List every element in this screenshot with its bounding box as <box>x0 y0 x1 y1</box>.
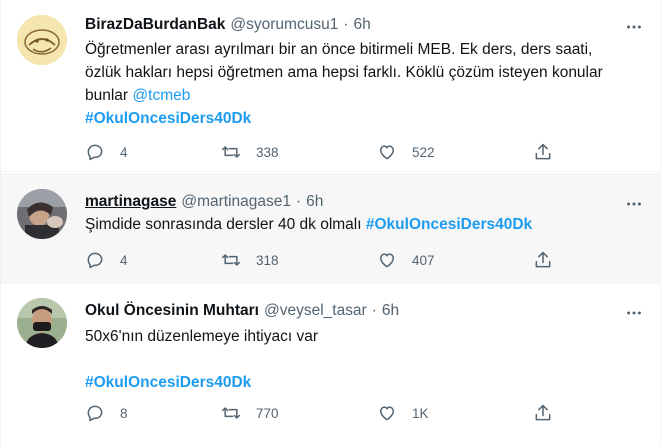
reply-icon <box>87 144 103 161</box>
separator-dot: · <box>295 193 302 210</box>
hashtag-link[interactable]: #OkulOncesiDers40Dk <box>85 374 251 391</box>
timestamp[interactable]: 6h <box>306 193 323 211</box>
tweet-text-line: özlük hakları hepsi öğretmen ama hepsi f… <box>85 64 603 81</box>
avatar-image <box>17 189 67 239</box>
tweet-text-line: Şimdide sonrasında dersler 40 dk olmalı … <box>85 213 645 236</box>
hashtag-link[interactable]: #OkulOncesiDers40Dk <box>85 110 251 127</box>
hashtag-line: #OkulOncesiDers40Dk <box>85 107 645 130</box>
share-icon <box>535 143 551 160</box>
reply-button[interactable]: 4 <box>85 141 128 163</box>
tweet-text-fragment: Şimdide sonrasında dersler 40 dk olmalı <box>85 216 362 233</box>
tweet-text: Öğretmenler arası ayrılmarı bir an önce … <box>85 38 645 130</box>
reply-count: 4 <box>120 252 128 268</box>
retweet-icon <box>221 407 241 419</box>
author-handle[interactable]: @syorumcusu1 <box>230 16 338 34</box>
separator-dot: · <box>371 302 377 319</box>
avatar[interactable] <box>17 298 67 348</box>
tweet-actions: 8 770 1K <box>85 402 565 424</box>
reply-button[interactable]: 8 <box>85 402 128 424</box>
tweet-3[interactable]: Okul Öncesinin Muhtarı @veysel_tasar · 6… <box>1 285 661 446</box>
reply-icon <box>87 405 103 422</box>
hashtag-link[interactable]: #OkulOncesiDers40Dk <box>366 216 532 233</box>
retweet-count: 318 <box>256 252 279 268</box>
tweet-text: 50x6'nın düzenlemeye ihtiyacı var #OkulO… <box>85 325 645 394</box>
tweet-header: martinagase @martinagase1 · 6h <box>85 193 323 211</box>
author-handle[interactable]: @veysel_tasar <box>264 302 367 320</box>
like-count: 1K <box>412 405 429 421</box>
tweet-text-line: bunlar @tcmeb <box>85 84 645 107</box>
retweet-icon <box>221 146 241 158</box>
author-name[interactable]: martinagase <box>85 193 176 211</box>
tweet-actions: 4 318 407 <box>85 249 565 271</box>
like-button[interactable]: 522 <box>377 141 435 163</box>
retweet-count: 770 <box>256 405 279 421</box>
tweet-actions: 4 338 522 <box>85 141 565 163</box>
tweet-header: Okul Öncesinin Muhtarı @veysel_tasar · 6… <box>85 302 399 320</box>
timestamp[interactable]: 6h <box>354 16 371 34</box>
avatar-image <box>17 15 67 65</box>
like-count: 407 <box>412 252 435 268</box>
retweet-button[interactable]: 770 <box>221 402 279 424</box>
share-button[interactable] <box>533 141 553 163</box>
avatar[interactable] <box>17 15 67 65</box>
like-heart-icon <box>380 253 394 268</box>
share-icon <box>535 404 551 421</box>
like-count: 522 <box>412 144 435 160</box>
reply-count: 8 <box>120 405 128 421</box>
author-name[interactable]: Okul Öncesinin Muhtarı <box>85 302 259 320</box>
tweet-header: BirazDaBurdanBak @syorumcusu1 · 6h <box>85 16 371 34</box>
tweet-text-fragment: bunlar <box>85 87 129 104</box>
tweet-text-line: Öğretmenler arası ayrılmarı bir an önce … <box>85 41 593 58</box>
mention-link[interactable]: @tcmeb <box>132 87 190 104</box>
author-handle[interactable]: @martinagase1 <box>181 193 291 211</box>
retweet-button[interactable]: 338 <box>221 141 279 163</box>
avatar[interactable] <box>17 189 67 239</box>
tweet-2[interactable]: martinagase @martinagase1 · 6h Şimdide s… <box>1 173 661 284</box>
tweet-text: Şimdide sonrasında dersler 40 dk olmalı … <box>85 213 645 236</box>
retweet-count: 338 <box>256 144 279 160</box>
more-options-button[interactable] <box>624 17 644 37</box>
more-options-button[interactable] <box>624 194 644 214</box>
like-button[interactable]: 407 <box>377 249 435 271</box>
tweet-1[interactable]: BirazDaBurdanBak @syorumcusu1 · 6h Öğret… <box>1 0 661 172</box>
reply-icon <box>87 252 103 269</box>
share-icon <box>535 251 551 268</box>
like-heart-icon <box>380 145 394 160</box>
hashtag-line: #OkulOncesiDers40Dk <box>85 371 645 394</box>
more-options-button[interactable] <box>624 303 644 323</box>
reply-count: 4 <box>120 144 128 160</box>
author-name[interactable]: BirazDaBurdanBak <box>85 16 225 34</box>
timestamp[interactable]: 6h <box>382 302 399 320</box>
retweet-icon <box>221 254 241 266</box>
more-horizontal-icon <box>627 311 641 315</box>
reply-button[interactable]: 4 <box>85 249 128 271</box>
avatar-image <box>17 298 67 348</box>
more-horizontal-icon <box>627 202 641 206</box>
separator-dot: · <box>343 16 349 33</box>
share-button[interactable] <box>533 402 553 424</box>
share-button[interactable] <box>533 249 553 271</box>
like-button[interactable]: 1K <box>377 402 429 424</box>
tweet-feed: BirazDaBurdanBak @syorumcusu1 · 6h Öğret… <box>0 0 661 446</box>
more-horizontal-icon <box>627 25 641 29</box>
retweet-button[interactable]: 318 <box>221 249 279 271</box>
tweet-text-line: 50x6'nın düzenlemeye ihtiyacı var <box>85 328 319 345</box>
like-heart-icon <box>380 406 394 421</box>
